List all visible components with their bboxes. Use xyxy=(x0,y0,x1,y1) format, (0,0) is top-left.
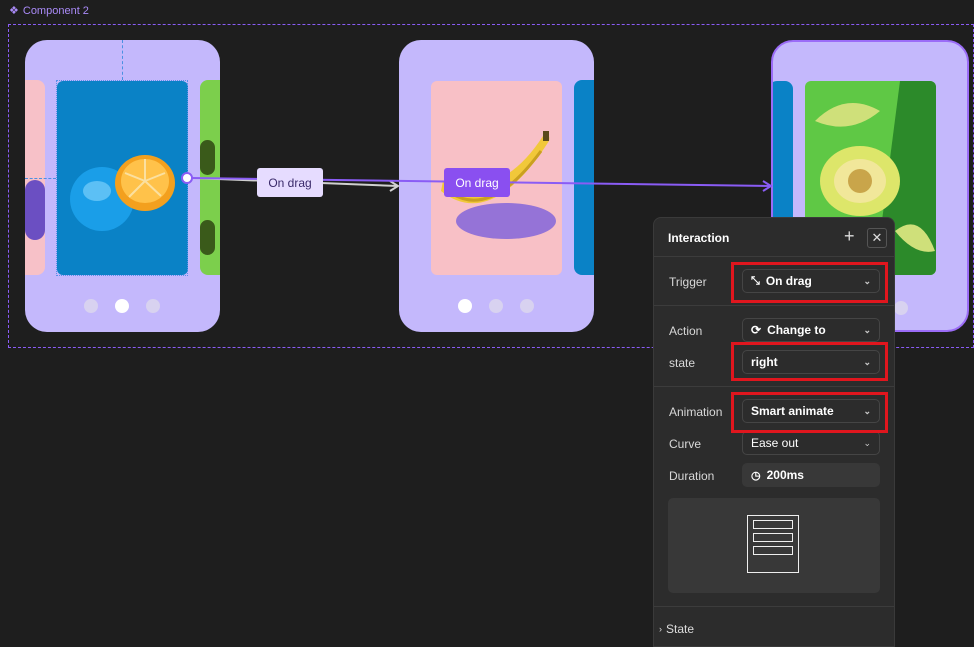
duration-label: Duration xyxy=(669,469,715,483)
action-select[interactable]: ⟳ Change to ⌄ xyxy=(742,318,880,342)
divider xyxy=(654,386,894,387)
highlight-animation xyxy=(731,392,888,433)
highlight-state xyxy=(731,342,888,381)
action-value: Change to xyxy=(767,323,826,337)
duration-input[interactable]: ◷ 200ms xyxy=(742,463,880,487)
state-label: state xyxy=(669,356,696,370)
timer-icon: ◷ xyxy=(751,469,761,482)
add-icon[interactable]: + xyxy=(844,226,855,247)
state-section-label: State xyxy=(666,622,695,636)
connector-label-on-drag-selected[interactable]: On drag xyxy=(444,168,510,197)
curve-select[interactable]: Ease out ⌄ xyxy=(742,431,880,455)
curve-label: Curve xyxy=(669,437,702,451)
close-icon[interactable]: ✕ xyxy=(867,228,887,248)
chevron-down-icon: ⌄ xyxy=(863,324,871,335)
chevron-down-icon: ⌄ xyxy=(863,437,871,448)
connector-label-on-drag[interactable]: On drag xyxy=(257,168,323,197)
chevron-right-icon: › xyxy=(659,624,662,634)
divider xyxy=(654,305,894,306)
state-section-toggle[interactable]: › State xyxy=(659,622,694,636)
divider xyxy=(654,256,894,257)
animation-preview xyxy=(668,498,880,593)
action-label: Action xyxy=(669,324,703,338)
trigger-label: Trigger xyxy=(669,275,707,289)
animation-label: Animation xyxy=(669,405,723,419)
preview-device-icon xyxy=(747,515,799,573)
panel-title: Interaction xyxy=(668,231,730,245)
change-icon: ⟳ xyxy=(751,323,762,337)
duration-value: 200ms xyxy=(766,468,804,482)
highlight-trigger xyxy=(731,262,888,303)
curve-value: Ease out xyxy=(751,436,799,450)
divider xyxy=(654,606,894,607)
